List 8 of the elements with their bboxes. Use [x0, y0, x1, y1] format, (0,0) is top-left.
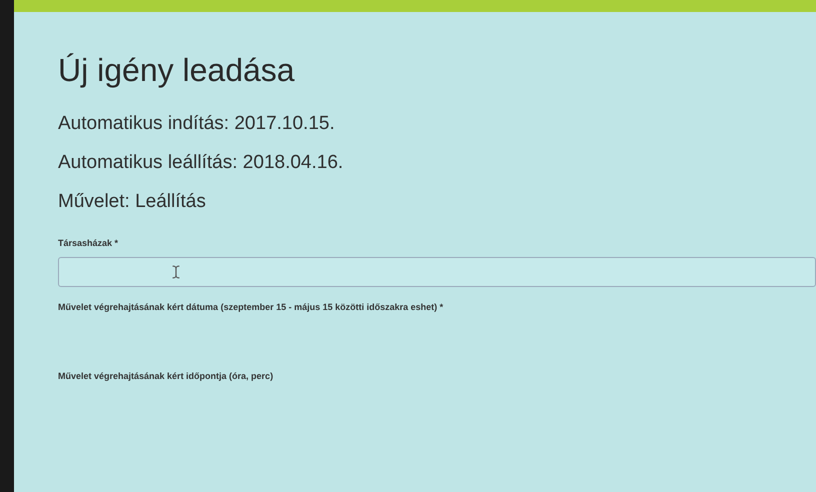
- input-field[interactable]: [58, 256, 816, 286]
- field-label: Művelet végrehajtásának kért dátuma (szeptember 15 - május 15 közötti időszakra eshet) *: [58, 300, 444, 314]
- info-line: Művelet: Leállítás: [58, 192, 206, 211]
- field-label: Művelet végrehajtásának kért időpontja (óra, perc): [58, 370, 274, 383]
- page-title: Új igény leadása: [58, 54, 295, 86]
- info-line: Automatikus indítás: 2017.10.15.: [58, 114, 335, 133]
- info-line: Automatikus leállítás: 2018.04.16.: [58, 153, 344, 172]
- field-label: Társasházak *: [58, 237, 118, 250]
